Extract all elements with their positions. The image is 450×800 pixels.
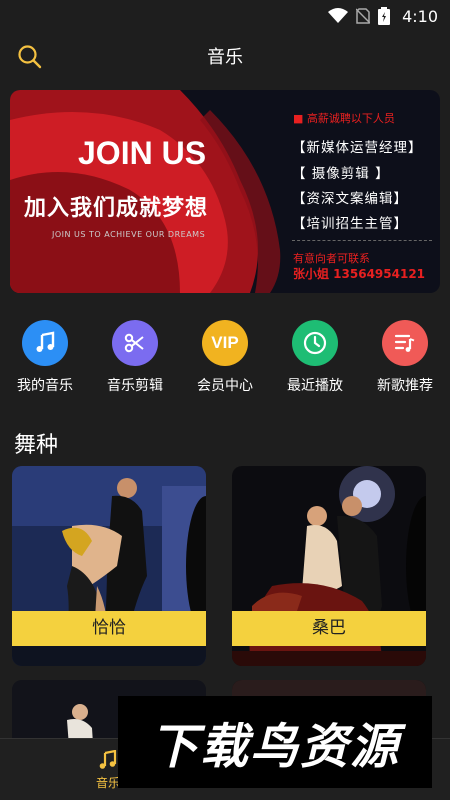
banner-hiring-note: ■ 高薪诚聘以下人员 [293,112,395,125]
music-note-icon [99,749,117,769]
menu-item-label: 音乐剪辑 [107,378,163,394]
menu-item-my-music[interactable]: 我的音乐 [0,320,90,400]
banner-headline: JOIN US [78,135,207,171]
tab-label: 音乐 [95,775,120,790]
vip-icon-text: VIP [211,333,239,352]
banner-position: 【新媒体运营经理】 [292,140,423,156]
app-header: 音乐 [0,32,450,80]
dance-card-samba[interactable]: 桑巴 [232,466,426,666]
music-note-icon [22,320,68,366]
playlist-icon [382,320,428,366]
menu-item-label: 新歌推荐 [377,378,433,394]
menu-item-recent-played[interactable]: 最近播放 [270,320,360,400]
clock-icon [292,320,338,366]
banner-slogan: 加入我们成就梦想 [24,196,209,221]
battery-icon [378,7,391,25]
search-icon[interactable] [16,43,44,71]
section-title: 舞种 [14,433,59,458]
banner-position: 【培训招生主管】 [292,216,408,232]
dance-card-caption: 恰恰 [12,611,206,646]
dance-card-chacha[interactable]: 恰恰 [12,466,206,666]
quick-menu: 我的音乐 音乐剪辑 VIP 会员中心 最近播放 新歌推荐 [0,320,450,400]
menu-item-vip-center[interactable]: VIP 会员中心 [180,320,270,400]
banner-contact-note: 有意向者可联系 [293,252,370,265]
status-bar: 4:10 [0,0,450,32]
vip-icon: VIP [202,320,248,366]
menu-item-new-songs[interactable]: 新歌推荐 [360,320,450,400]
watermark: 下载鸟资源 [118,696,432,788]
banner-position: 【 摄像剪辑 】 [292,166,390,182]
no-sim-icon [356,8,371,24]
wifi-icon [328,8,349,23]
menu-item-music-edit[interactable]: 音乐剪辑 [90,320,180,400]
banner-slogan-en: JOIN US TO ACHIEVE OUR DREAMS [52,230,206,239]
scissors-icon [112,320,158,366]
dance-card-caption: 桑巴 [232,611,426,646]
banner-position: 【资深文案编辑】 [292,191,408,207]
menu-item-label: 会员中心 [197,378,253,394]
status-time: 4:10 [402,6,438,26]
menu-item-label: 我的音乐 [17,378,73,394]
page-title: 音乐 [207,47,243,68]
banner-contact-phone: 张小姐 13564954121 [293,267,426,281]
menu-item-label: 最近播放 [287,378,343,394]
watermark-text: 下载鸟资源 [149,719,400,775]
banner-divider [292,240,432,241]
promo-banner[interactable]: JOIN US 加入我们成就梦想 JOIN US TO ACHIEVE OUR … [10,90,440,293]
